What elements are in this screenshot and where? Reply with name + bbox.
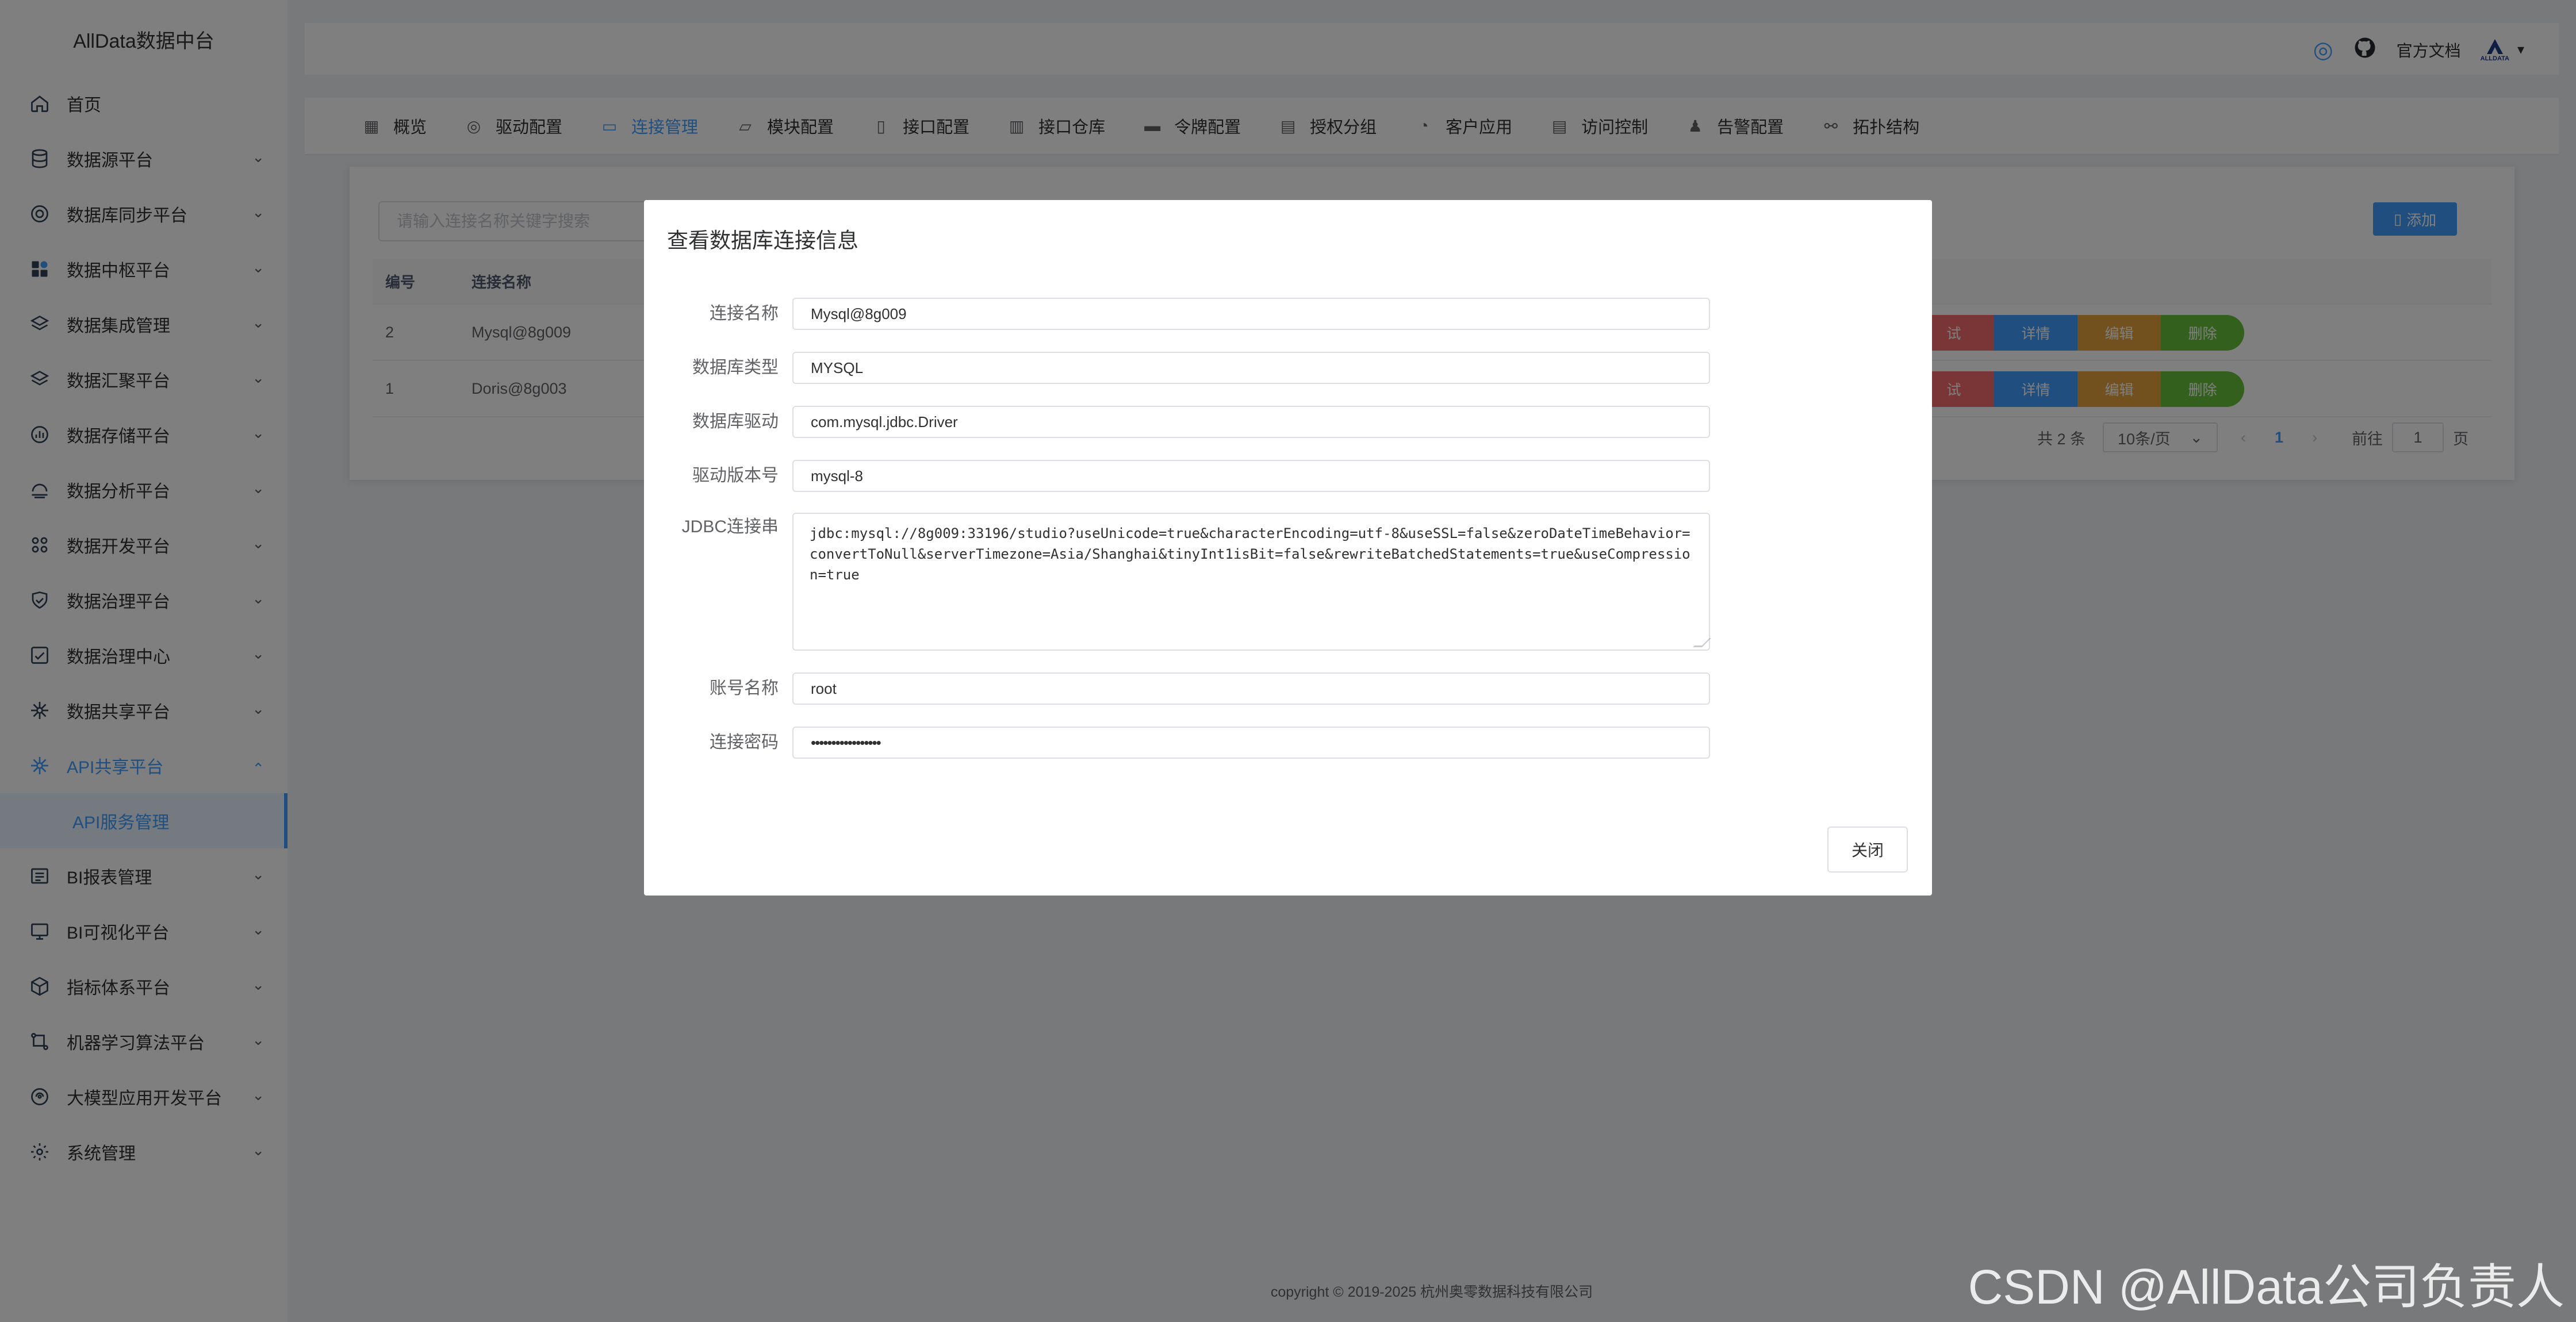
field-label: JDBC连接串 [681,517,779,536]
conn-name-field[interactable]: Mysql@8g009 [792,298,1710,330]
form-row-username: 账号名称 root [644,672,1932,705]
close-button[interactable]: 关闭 [1827,827,1908,873]
field-label: 连接名称 [710,304,779,323]
form-row-driver-version: 驱动版本号 mysql-8 [644,460,1932,492]
dialog-title: 查看数据库连接信息 [667,229,858,252]
field-label: 数据库驱动 [692,412,779,431]
field-label: 数据库类型 [692,358,779,377]
username-field[interactable]: root [792,672,1710,705]
field-label: 驱动版本号 [692,466,779,485]
password-field[interactable]: ••••••••••••••••• [792,727,1710,759]
form-row-conn-name: 连接名称 Mysql@8g009 [644,298,1932,330]
db-type-field[interactable]: MYSQL [792,352,1710,384]
connection-detail-dialog: 查看数据库连接信息 连接名称 Mysql@8g009 数据库类型 MYSQL 数… [644,200,1932,896]
driver-version-field[interactable]: mysql-8 [792,460,1710,492]
jdbc-url-text: jdbc:mysql://8g009:33196/studio?useUnico… [810,525,1690,583]
resize-handle-icon[interactable] [1693,638,1711,647]
form-row-jdbc: JDBC连接串 jdbc:mysql://8g009:33196/studio?… [644,513,1932,651]
form-row-db-type: 数据库类型 MYSQL [644,352,1932,384]
jdbc-url-textarea[interactable]: jdbc:mysql://8g009:33196/studio?useUnico… [792,513,1711,651]
field-label: 连接密码 [710,733,779,752]
field-label: 账号名称 [710,679,779,698]
form-row-driver: 数据库驱动 com.mysql.jdbc.Driver [644,406,1932,438]
watermark: CSDN @AllData公司负责人 [1968,1260,2564,1314]
form-row-password: 连接密码 ••••••••••••••••• [644,727,1932,759]
driver-field[interactable]: com.mysql.jdbc.Driver [792,406,1710,438]
